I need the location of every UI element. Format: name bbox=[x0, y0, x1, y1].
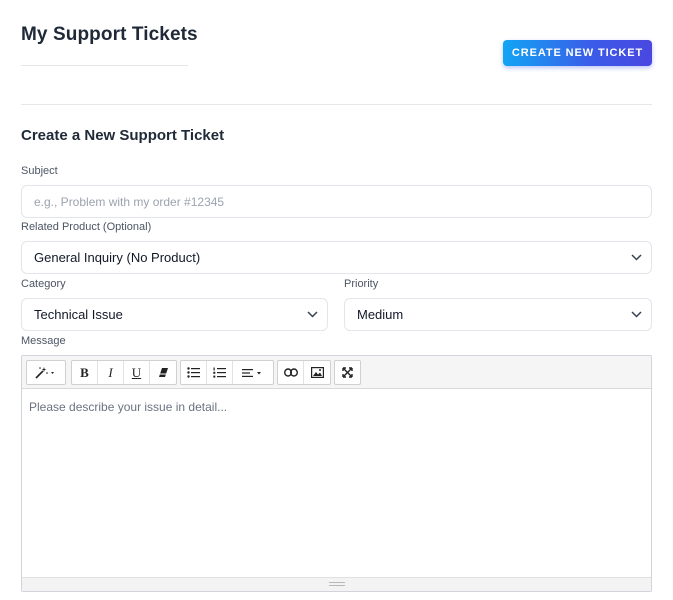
chevron-down-icon bbox=[621, 311, 651, 318]
section-divider bbox=[21, 104, 652, 105]
align-icon[interactable] bbox=[233, 361, 273, 384]
italic-icon[interactable]: I bbox=[98, 361, 124, 384]
editor-statusbar bbox=[22, 577, 651, 591]
message-editor: B I U Please describe your issue in deta… bbox=[21, 355, 652, 592]
ordered-list-icon[interactable] bbox=[207, 361, 233, 384]
fullscreen-icon[interactable] bbox=[335, 361, 360, 384]
bold-icon[interactable]: B bbox=[72, 361, 98, 384]
magic-wand-icon[interactable] bbox=[27, 361, 65, 384]
toolbar-group-style bbox=[26, 360, 66, 385]
eraser-icon[interactable] bbox=[150, 361, 176, 384]
create-new-ticket-button[interactable]: CREATE NEW TICKET bbox=[503, 40, 652, 66]
link-icon[interactable] bbox=[278, 361, 304, 384]
priority-select-value: Medium bbox=[357, 307, 404, 322]
product-select-value: General Inquiry (No Product) bbox=[34, 250, 201, 265]
category-label: Category bbox=[21, 278, 66, 290]
unordered-list-icon[interactable] bbox=[181, 361, 207, 384]
priority-label: Priority bbox=[344, 278, 379, 290]
toolbar-group-insert bbox=[277, 360, 331, 385]
subject-field bbox=[21, 185, 652, 218]
toolbar-group-font: B I U bbox=[71, 360, 177, 385]
priority-select[interactable]: Medium bbox=[344, 298, 652, 331]
page-title: My Support Tickets bbox=[21, 24, 198, 45]
chevron-down-icon bbox=[621, 254, 651, 261]
title-underline bbox=[21, 65, 188, 66]
product-select[interactable]: General Inquiry (No Product) bbox=[21, 241, 652, 274]
chevron-down-icon bbox=[297, 311, 327, 318]
product-label: Related Product (Optional) bbox=[21, 221, 152, 233]
editor-toolbar: B I U bbox=[22, 356, 651, 389]
image-icon[interactable] bbox=[304, 361, 330, 384]
category-select-value: Technical Issue bbox=[34, 307, 123, 322]
message-textarea[interactable]: Please describe your issue in detail... bbox=[22, 389, 651, 577]
support-page: My Support Tickets CREATE NEW TICKET Cre… bbox=[0, 0, 673, 600]
resize-handle[interactable] bbox=[329, 582, 345, 586]
toolbar-group-view bbox=[334, 360, 361, 385]
subject-input[interactable] bbox=[34, 186, 651, 217]
form-title: Create a New Support Ticket bbox=[21, 127, 225, 144]
underline-icon[interactable]: U bbox=[124, 361, 150, 384]
category-select[interactable]: Technical Issue bbox=[21, 298, 328, 331]
message-label: Message bbox=[21, 335, 66, 347]
subject-label: Subject bbox=[21, 165, 58, 177]
toolbar-group-paragraph bbox=[180, 360, 274, 385]
